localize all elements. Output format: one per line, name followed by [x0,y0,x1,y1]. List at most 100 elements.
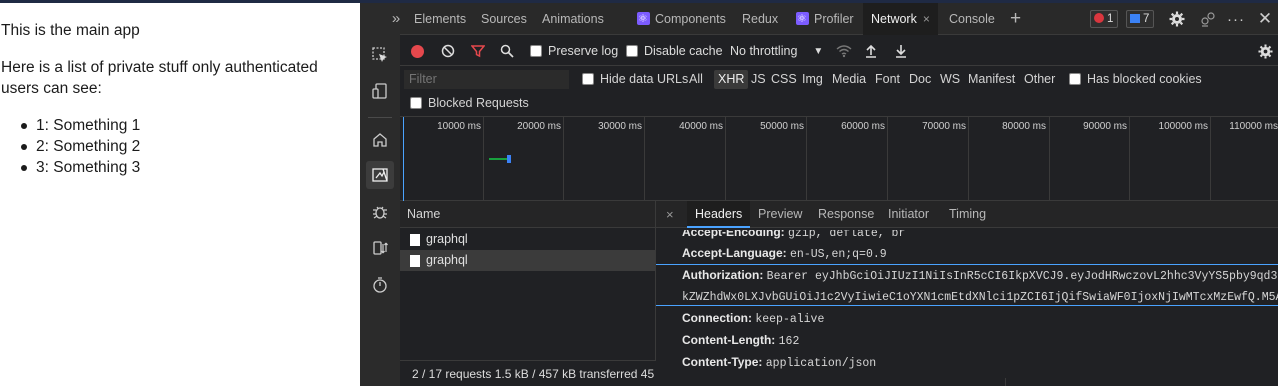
type-filter-other[interactable]: Other [1024,70,1055,89]
type-filter-css[interactable]: CSS [771,70,797,89]
type-filter-font[interactable]: Font [875,70,900,89]
list-item: 2: Something 2 [18,136,140,157]
throttling-select[interactable]: No throttling ▼ [730,42,823,60]
tab-response[interactable]: Response [818,201,874,228]
close-details-icon[interactable]: × [666,201,674,228]
tab-components-label: Components [655,12,726,26]
export-har-button[interactable] [895,42,907,60]
filter-icon [471,45,485,58]
blocked-requests-checkbox[interactable]: Blocked Requests [410,94,529,113]
device-emulation-icon[interactable] [366,77,394,105]
header-content-length: Content-Length: 162 [682,330,799,350]
network-overview-timeline[interactable]: 10000 ms 20000 ms 30000 ms 40000 ms 5000… [400,117,1278,201]
app-page: This is the main app Here is a list of p… [0,3,360,386]
name-column-header[interactable]: Name [400,201,655,228]
network-tool-icon[interactable] [366,161,394,189]
tab-headers[interactable]: Headers [687,201,751,228]
private-items-list: 1: Something 1 2: Something 2 3: Somethi… [18,115,140,178]
type-filter-js[interactable]: JS [751,70,766,89]
tab-console[interactable]: Console [949,3,995,35]
tab-animations[interactable]: Animations [542,3,604,35]
network-filter-bar: Hide data URLs All XHR JS CSS Img Media … [400,67,1278,117]
timeline-gridline [1129,117,1130,201]
message-count-badge[interactable]: 7 [1126,10,1155,28]
record-button[interactable] [411,42,424,60]
checkbox-box [410,97,422,109]
blocked-requests-label: Blocked Requests [428,96,529,110]
add-tab-button[interactable]: + [1010,3,1021,35]
devtools-tab-strip: » Elements Sources Animations Components… [392,3,1278,35]
tab-sources[interactable]: Sources [481,3,527,35]
sidebar-divider [368,117,392,118]
tab-profiler-label: Profiler [814,12,854,26]
header-name: Content-Type: [682,355,763,369]
app-intro-text: Here is a list of private stuff only aut… [1,59,318,97]
record-icon [411,44,424,58]
type-filter-img[interactable]: Img [802,70,823,89]
performance-icon[interactable] [366,234,394,262]
debugger-bug-icon[interactable] [366,198,394,226]
timer-icon[interactable] [366,271,394,299]
header-name: Accept-Language: [682,246,787,260]
timeline-gridline [563,117,564,201]
timeline-gridline [725,117,726,201]
header-authorization[interactable]: Authorization: Bearer eyJhbGciOiJIUzI1Ni… [682,265,1278,285]
checkbox-box [1069,73,1081,85]
network-status-bar: 2 / 17 requests 1.5 kB / 457 kB transfer… [400,360,656,386]
header-value: Bearer eyJhbGciOiJIUzI1NiIsInR5cCI6IkpXV… [766,270,1278,283]
type-filter-all[interactable]: All [689,70,703,89]
type-filter-xhr[interactable]: XHR [714,70,749,89]
close-devtools-icon[interactable]: ✕ [1256,9,1274,28]
preserve-log-checkbox[interactable]: Preserve log [530,42,618,60]
error-count-badge[interactable]: 1 [1090,10,1119,28]
header-content-type: Content-Type: application/json [682,352,876,372]
clear-icon [441,44,455,58]
timeline-tick-label: 60000 ms [841,121,885,132]
more-options-icon[interactable]: ··· [1227,10,1245,28]
error-count: 1 [1107,13,1114,25]
tab-redux[interactable]: Redux [742,3,778,35]
type-filter-doc[interactable]: Doc [909,70,931,89]
request-details-panel: × Headers Preview Response Initiator Tim… [656,201,1278,386]
search-button[interactable] [500,42,514,60]
header-value: kZWZhdWx0LXJvbGUiOiJ1c2VyIiwieC1oYXN1cmE… [682,291,1278,304]
hide-data-urls-checkbox[interactable]: Hide data URLs [582,70,688,89]
request-row[interactable]: graphql [400,229,655,250]
close-tab-icon[interactable]: × [923,12,930,26]
request-name: graphql [426,253,468,267]
settings-gear-icon[interactable] [1168,10,1186,28]
filter-input[interactable] [404,70,569,89]
type-filter-manifest[interactable]: Manifest [968,70,1015,89]
tab-elements[interactable]: Elements [414,3,466,35]
request-row-selected[interactable]: graphql [400,250,655,271]
file-icon [410,233,420,246]
disable-cache-checkbox[interactable]: Disable cache [626,42,723,60]
tab-profiler[interactable]: Profiler [796,3,854,35]
header-authorization-continued: kZWZhdWx0LXJvbGUiOiJ1c2VyIiwieC1oYXN1cmE… [682,286,1278,306]
filter-toggle-button[interactable] [471,42,485,60]
clear-button[interactable] [441,42,455,60]
network-settings-gear-icon[interactable] [1258,42,1273,60]
has-blocked-cookies-checkbox[interactable]: Has blocked cookies [1069,70,1202,89]
type-filter-media[interactable]: Media [832,70,866,89]
timeline-tick-label: 80000 ms [1002,121,1046,132]
upload-icon [866,44,876,58]
request-name: graphql [426,232,468,246]
inspect-element-icon[interactable] [366,41,394,69]
tab-initiator[interactable]: Initiator [888,201,929,228]
header-value: keep-alive [755,313,825,326]
network-toolbar: Preserve log Disable cache No throttling… [400,36,1278,66]
tab-timing[interactable]: Timing [949,201,986,228]
network-conditions-button[interactable] [836,42,852,60]
timeline-start-marker [403,117,404,201]
more-tabs-button[interactable]: » [376,3,416,35]
connect-devices-icon[interactable] [1199,10,1217,28]
header-name: Authorization: [682,268,764,282]
import-har-button[interactable] [865,42,877,60]
request-timing-bar-end [507,155,511,163]
tab-components[interactable]: Components [637,3,726,35]
tab-network[interactable]: Network × [863,3,938,35]
home-icon[interactable] [366,126,394,154]
type-filter-ws[interactable]: WS [940,70,960,89]
tab-preview[interactable]: Preview [758,201,802,228]
